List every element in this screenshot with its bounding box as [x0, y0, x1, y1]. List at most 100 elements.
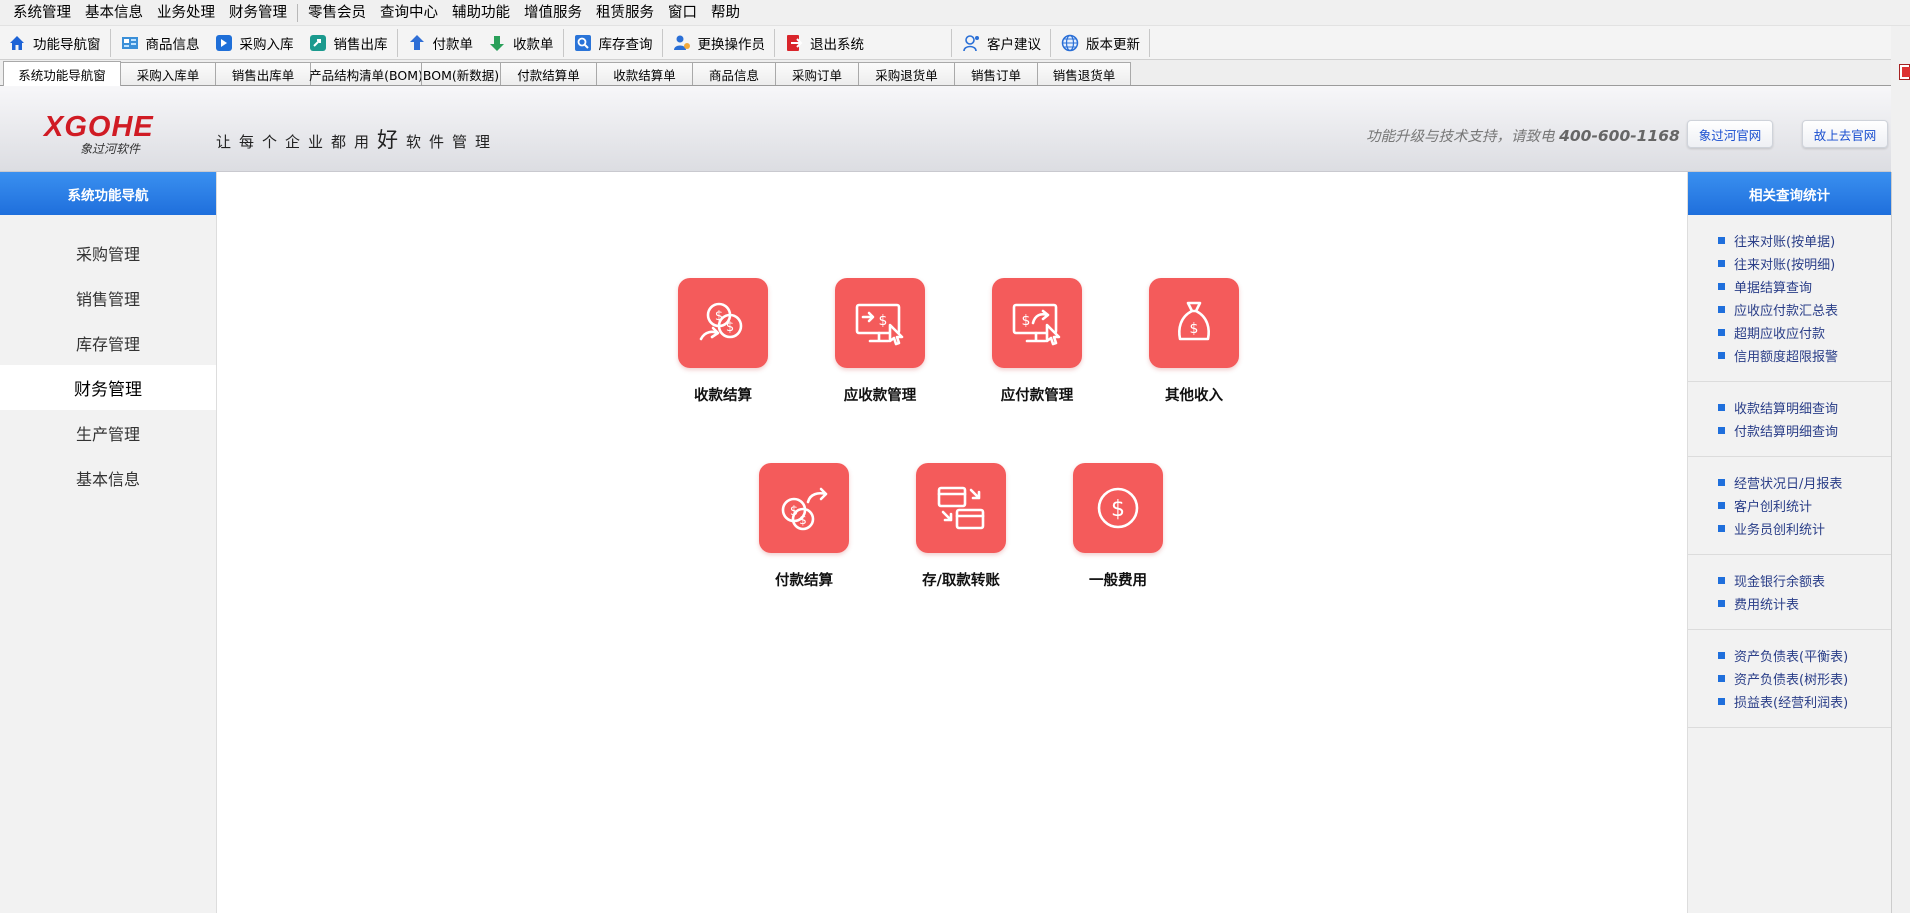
- tab-purchase-return[interactable]: 采购退货单: [858, 62, 955, 85]
- toolbar-label: 更换操作员: [697, 36, 766, 53]
- func-label: 应付款管理: [1000, 388, 1074, 404]
- func-receivable-management[interactable]: $ 应收款管理: [820, 278, 940, 418]
- query-link-label: 损益表(经营利润表): [1734, 696, 1849, 711]
- svg-text:$: $: [799, 513, 807, 527]
- query-link[interactable]: 业务员创利统计: [1718, 517, 1891, 540]
- tab-bom[interactable]: 产品结构清单(BOM): [309, 62, 423, 85]
- func-general-expense[interactable]: $ 一般费用: [1058, 463, 1178, 603]
- query-link[interactable]: 资产负债表(平衡表): [1718, 644, 1891, 667]
- nav-item-purchase[interactable]: 采购管理: [0, 230, 216, 275]
- purchase-in-icon: [215, 34, 233, 52]
- tab-sales-return[interactable]: 销售退货单: [1037, 62, 1131, 85]
- official-site-button[interactable]: 象过河官网: [1687, 120, 1773, 148]
- header-banner: XGOHE 象过河软件 让每个企业都用好软件管理 功能升级与技术支持，请致电 4…: [0, 86, 1910, 172]
- transfer-cards-icon: [916, 463, 1006, 553]
- nav-item-basic-info[interactable]: 基本信息: [0, 455, 216, 500]
- svg-text:$: $: [790, 504, 798, 519]
- tab-payment-settlement[interactable]: 付款结算单: [500, 62, 597, 85]
- svg-text:$: $: [879, 313, 888, 329]
- tab-product-info[interactable]: 商品信息: [692, 62, 776, 85]
- menu-help[interactable]: 帮助: [704, 0, 747, 26]
- menu-auxiliary[interactable]: 辅助功能: [445, 0, 517, 26]
- nav-item-finance[interactable]: 财务管理: [0, 365, 216, 410]
- toolbar-purchase-in-button[interactable]: 采购入库: [207, 27, 301, 59]
- menu-bar: 系统管理 基本信息 业务处理 财务管理 零售会员 查询中心 辅助功能 增值服务 …: [0, 0, 1910, 26]
- menu-business[interactable]: 业务处理: [150, 0, 222, 26]
- menu-finance[interactable]: 财务管理: [222, 0, 294, 26]
- menu-system[interactable]: 系统管理: [6, 0, 78, 26]
- menu-retail-member[interactable]: 零售会员: [301, 0, 373, 26]
- toolbar-sales-out-button[interactable]: 销售出库: [301, 27, 395, 59]
- toolbar-exit-button[interactable]: 退出系统: [777, 27, 871, 59]
- nav-item-inventory[interactable]: 库存管理: [0, 320, 216, 365]
- query-link[interactable]: 资产负债表(树形表): [1718, 667, 1891, 690]
- query-link-label: 资产负债表(平衡表): [1734, 650, 1849, 665]
- query-link[interactable]: 单据结算查询: [1718, 275, 1891, 298]
- toolbar-separator: [1149, 28, 1150, 57]
- toolbar-nav-window-button[interactable]: 功能导航窗: [0, 27, 108, 59]
- query-link-label: 单据结算查询: [1734, 281, 1813, 296]
- menu-value-added[interactable]: 增值服务: [517, 0, 589, 26]
- query-link[interactable]: 应收应付款汇总表: [1718, 298, 1891, 321]
- query-link-label: 应收应付款汇总表: [1734, 304, 1839, 319]
- func-payable-management[interactable]: $ 应付款管理: [977, 278, 1097, 418]
- query-link[interactable]: 付款结算明细查询: [1718, 419, 1891, 442]
- tab-purchase-order[interactable]: 采购订单: [775, 62, 859, 85]
- query-link-label: 往来对账(按单据): [1734, 235, 1836, 250]
- close-tab-icon[interactable]: [1899, 64, 1910, 80]
- bullet-square-icon: [1718, 698, 1725, 705]
- nav-item-production[interactable]: 生产管理: [0, 410, 216, 455]
- toolbar-label: 商品信息: [145, 36, 200, 53]
- svg-text:$: $: [715, 309, 723, 324]
- menu-basic-info[interactable]: 基本信息: [78, 0, 150, 26]
- tab-nav-window[interactable]: 系统功能导航窗: [3, 61, 121, 86]
- tab-sales-out[interactable]: 销售出库单: [215, 62, 311, 85]
- query-link[interactable]: 客户创利统计: [1718, 494, 1891, 517]
- menu-window[interactable]: 窗口: [661, 0, 704, 26]
- menu-query-center[interactable]: 查询中心: [373, 0, 445, 26]
- toolbar-product-info-button[interactable]: 商品信息: [113, 27, 207, 59]
- query-link[interactable]: 往来对账(按单据): [1718, 229, 1891, 252]
- func-receipt-settlement[interactable]: $ $ 收款结算: [663, 278, 783, 418]
- query-link[interactable]: 费用统计表: [1718, 592, 1891, 615]
- query-link[interactable]: 经营状况日/月报表: [1718, 471, 1891, 494]
- support-text: 功能升级与技术支持，请致电: [1366, 129, 1560, 145]
- toolbar-separator: [951, 28, 952, 57]
- func-label: 其他收入: [1165, 388, 1223, 404]
- svg-text:$: $: [726, 320, 734, 335]
- toolbar-payment-button[interactable]: 付款单: [400, 27, 481, 59]
- func-other-income[interactable]: $ 其他收入: [1134, 278, 1254, 418]
- tab-receipt-settlement[interactable]: 收款结算单: [596, 62, 693, 85]
- bullet-square-icon: [1718, 404, 1725, 411]
- menu-rental[interactable]: 租赁服务: [589, 0, 661, 26]
- tab-bom-new[interactable]: BOM(新数据): [421, 62, 501, 85]
- toolbar-stock-query-button[interactable]: 库存查询: [566, 27, 660, 59]
- query-link[interactable]: 损益表(经营利润表): [1718, 690, 1891, 713]
- document-tabs: 系统功能导航窗 采购入库单 销售出库单 产品结构清单(BOM) BOM(新数据)…: [0, 60, 1910, 86]
- query-link[interactable]: 超期应收应付款: [1718, 321, 1891, 344]
- bullet-square-icon: [1718, 479, 1725, 486]
- toolbar-receipt-button[interactable]: 收款单: [480, 27, 561, 59]
- tab-sales-order[interactable]: 销售订单: [954, 62, 1038, 85]
- bullet-square-icon: [1718, 427, 1725, 434]
- query-link-label: 费用统计表: [1734, 598, 1800, 613]
- query-link[interactable]: 现金银行余额表: [1718, 569, 1891, 592]
- query-link[interactable]: 信用额度超限报警: [1718, 344, 1891, 367]
- left-nav-list: 采购管理 销售管理 库存管理 财务管理 生产管理 基本信息: [0, 215, 216, 500]
- online-site-button[interactable]: 故上去官网: [1802, 120, 1888, 148]
- tab-purchase-in[interactable]: 采购入库单: [120, 62, 216, 85]
- sales-out-icon: [309, 34, 327, 52]
- func-label: 收款结算: [694, 388, 752, 404]
- bullet-square-icon: [1718, 600, 1725, 607]
- query-link[interactable]: 收款结算明细查询: [1718, 396, 1891, 419]
- func-payment-settlement[interactable]: $ $ 付款结算: [744, 463, 864, 603]
- toolbar-switch-operator-button[interactable]: 更换操作员: [665, 27, 773, 59]
- toolbar-update-button[interactable]: 版本更新: [1053, 27, 1147, 59]
- query-link-label: 经营状况日/月报表: [1734, 477, 1843, 492]
- query-link[interactable]: 往来对账(按明细): [1718, 252, 1891, 275]
- nav-item-sales[interactable]: 销售管理: [0, 275, 216, 320]
- toolbar-separator: [774, 28, 775, 57]
- toolbar-label: 销售出库: [333, 36, 388, 53]
- toolbar-feedback-button[interactable]: 客户建议: [954, 27, 1048, 59]
- func-deposit-withdraw-transfer[interactable]: 存/取款转账: [901, 463, 1021, 603]
